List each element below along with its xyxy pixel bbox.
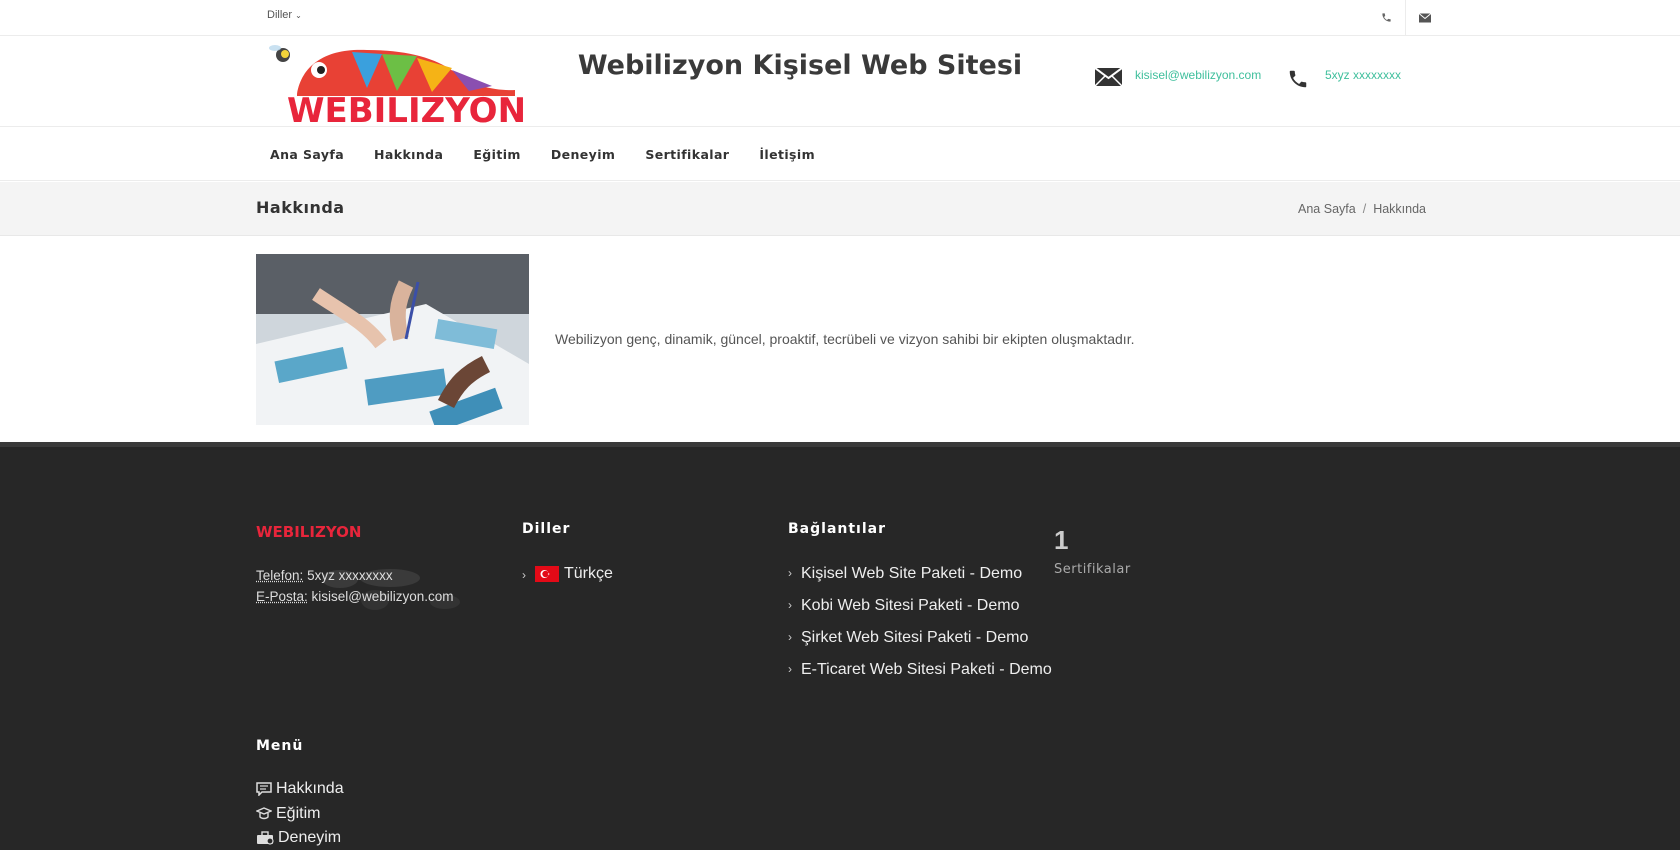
- footer-email-label: E-Posta:: [256, 589, 308, 604]
- graduation-cap-icon: [256, 807, 272, 821]
- footer-links-heading: Bağlantılar: [788, 521, 886, 537]
- nav-item-ana-sayfa[interactable]: Ana Sayfa: [255, 147, 359, 162]
- footer-phone: Telefon: 5xyz xxxxxxxx: [256, 568, 393, 583]
- webilizyon-logo[interactable]: WEBILIZYON: [257, 36, 525, 127]
- logo-text: WEBILIZYON: [287, 91, 525, 127]
- footer-links-list: › Kişisel Web Site Paketi - Demo › Kobi We…: [788, 565, 1052, 693]
- footer-email-value[interactable]: kisisel@webilizyon.com: [312, 589, 454, 604]
- email-link[interactable]: [1405, 0, 1443, 35]
- breadcrumb-separator: /: [1363, 202, 1366, 216]
- nav-item-egitim[interactable]: Eğitim: [458, 147, 535, 162]
- certificates-counter-label: Sertifikalar: [1054, 562, 1131, 577]
- footer-menu-item-egitim[interactable]: Eğitim: [256, 802, 344, 827]
- chevron-down-icon: ⌄: [295, 11, 302, 20]
- footer-language-turkce[interactable]: › Türkçe: [522, 565, 613, 583]
- header-email[interactable]: kisisel@webilizyon.com: [1135, 68, 1261, 82]
- language-dropdown[interactable]: Diller ⌄: [267, 9, 302, 21]
- chevron-right-icon: ›: [788, 662, 792, 676]
- chevron-right-icon: ›: [788, 630, 792, 644]
- footer-menu-heading: Menü: [256, 738, 303, 754]
- nav-item-hakkinda[interactable]: Hakkında: [359, 147, 458, 162]
- nav-item-iletisim[interactable]: İletişim: [744, 147, 830, 162]
- breadcrumb: Ana Sayfa / Hakkında: [1298, 202, 1426, 216]
- breadcrumb-current: Hakkında: [1373, 202, 1426, 216]
- phone-link[interactable]: [1367, 0, 1405, 35]
- site-header: WEBILIZYON Webilizyon Kişisel Web Sitesi…: [0, 36, 1680, 127]
- footer-menu-label: Eğitim: [276, 805, 320, 823]
- footer-link-label: Kişisel Web Site Paketi - Demo: [801, 565, 1022, 583]
- chevron-right-icon: ›: [522, 568, 526, 582]
- envelope-icon: [1095, 68, 1122, 86]
- header-phone[interactable]: 5xyz xxxxxxxx: [1325, 68, 1401, 82]
- footer-phone-label: Telefon:: [256, 568, 303, 583]
- page-title-bar: Hakkında Ana Sayfa / Hakkında: [0, 182, 1680, 236]
- footer-logo[interactable]: WEBILIZYON: [256, 522, 371, 542]
- footer-menu-item-hakkinda[interactable]: Hakkında: [256, 777, 344, 802]
- about-photo: [256, 254, 529, 425]
- nav-item-sertifikalar[interactable]: Sertifikalar: [630, 147, 744, 162]
- chat-icon: [256, 782, 272, 796]
- page-title: Hakkında: [256, 198, 345, 217]
- site-title: Webilizyon Kişisel Web Sitesi: [560, 50, 1040, 81]
- footer-languages-heading: Diller: [522, 521, 570, 537]
- about-text: Webilizyon genç, dinamik, güncel, proakt…: [555, 331, 1134, 347]
- language-dropdown-label: Diller: [267, 9, 292, 21]
- footer-link-label: E-Ticaret Web Sitesi Paketi - Demo: [801, 661, 1052, 679]
- phone-icon: [1287, 68, 1309, 90]
- chevron-right-icon: ›: [788, 566, 792, 580]
- footer-menu-list: Hakkında Eğitim Deneyim: [256, 777, 344, 850]
- footer-link-label: Şirket Web Sitesi Paketi - Demo: [801, 629, 1028, 647]
- footer-menu-label: Hakkında: [276, 780, 344, 798]
- site-footer: WEBILIZYON Telefon: 5xyz xxxxxxxx E-Post…: [0, 442, 1680, 850]
- envelope-icon: [1419, 13, 1431, 23]
- footer-phone-value[interactable]: 5xyz xxxxxxxx: [307, 568, 393, 583]
- briefcase-icon: [256, 831, 274, 845]
- top-contact-icons: [1367, 0, 1443, 35]
- top-bar: Diller ⌄: [0, 0, 1680, 36]
- nav-item-deneyim[interactable]: Deneyim: [536, 147, 631, 162]
- footer-link-label: Kobi Web Sitesi Paketi - Demo: [801, 597, 1019, 615]
- footer-menu-label: Deneyim: [278, 829, 341, 847]
- footer-link[interactable]: › Şirket Web Sitesi Paketi - Demo: [788, 629, 1052, 661]
- breadcrumb-home-link[interactable]: Ana Sayfa: [1298, 202, 1356, 216]
- main-nav: Ana Sayfa Hakkında Eğitim Deneyim Sertif…: [0, 127, 1680, 181]
- chevron-right-icon: ›: [788, 598, 792, 612]
- footer-language-label: Türkçe: [564, 565, 613, 583]
- phone-icon: [1381, 12, 1392, 23]
- footer-link[interactable]: › Kişisel Web Site Paketi - Demo: [788, 565, 1052, 597]
- footer-menu-item-deneyim[interactable]: Deneyim: [256, 826, 344, 850]
- footer-logo-text: WEBILIZYON: [256, 523, 361, 541]
- footer-link[interactable]: › Kobi Web Sitesi Paketi - Demo: [788, 597, 1052, 629]
- footer-link[interactable]: › E-Ticaret Web Sitesi Paketi - Demo: [788, 661, 1052, 693]
- footer-email: E-Posta: kisisel@webilizyon.com: [256, 589, 454, 604]
- turkey-flag-icon: [535, 566, 559, 582]
- certificates-counter-value: 1: [1054, 525, 1068, 556]
